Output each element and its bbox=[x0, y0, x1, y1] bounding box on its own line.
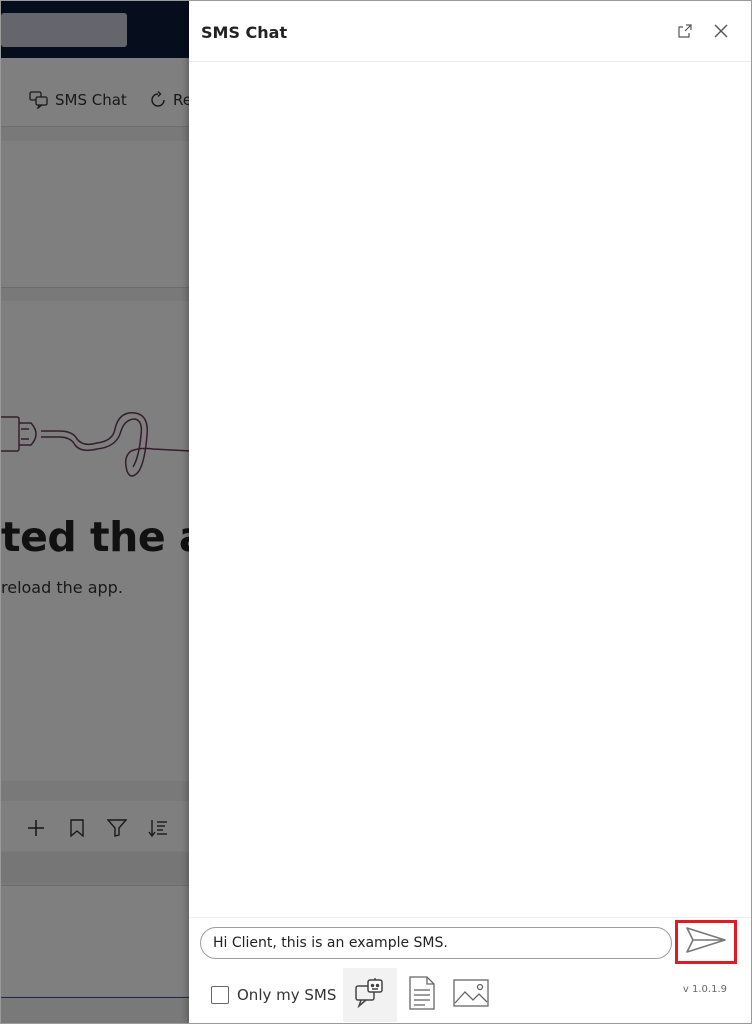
panel-header: SMS Chat bbox=[189, 1, 751, 62]
bot-chat-button[interactable] bbox=[343, 968, 397, 1022]
modal-overlay[interactable] bbox=[1, 1, 191, 1023]
message-composer: Only my SMS bbox=[189, 917, 751, 1023]
popout-icon bbox=[677, 23, 697, 39]
close-icon bbox=[713, 23, 733, 39]
sms-chat-panel: SMS Chat Hi Client, this is an example S… bbox=[189, 1, 751, 1023]
send-icon bbox=[685, 926, 727, 958]
image-icon bbox=[453, 979, 489, 1011]
document-icon bbox=[409, 976, 435, 1014]
conversation-area bbox=[189, 62, 751, 917]
background-app: SMS Chat Re bbox=[1, 1, 191, 1023]
app-window: SMS Chat Re bbox=[0, 0, 752, 1024]
message-input[interactable] bbox=[200, 927, 672, 959]
checkbox-box[interactable] bbox=[211, 986, 229, 1004]
template-button[interactable] bbox=[395, 968, 449, 1022]
popout-button[interactable] bbox=[677, 23, 697, 43]
close-button[interactable] bbox=[713, 23, 733, 43]
image-button[interactable] bbox=[444, 968, 498, 1022]
version-label: v 1.0.1.9 bbox=[682, 984, 727, 995]
bot-chat-icon bbox=[354, 977, 386, 1013]
panel-title: SMS Chat bbox=[201, 23, 288, 42]
only-my-sms-checkbox[interactable]: Only my SMS bbox=[211, 986, 336, 1004]
only-my-sms-label: Only my SMS bbox=[237, 986, 337, 1004]
send-button[interactable] bbox=[675, 920, 737, 964]
